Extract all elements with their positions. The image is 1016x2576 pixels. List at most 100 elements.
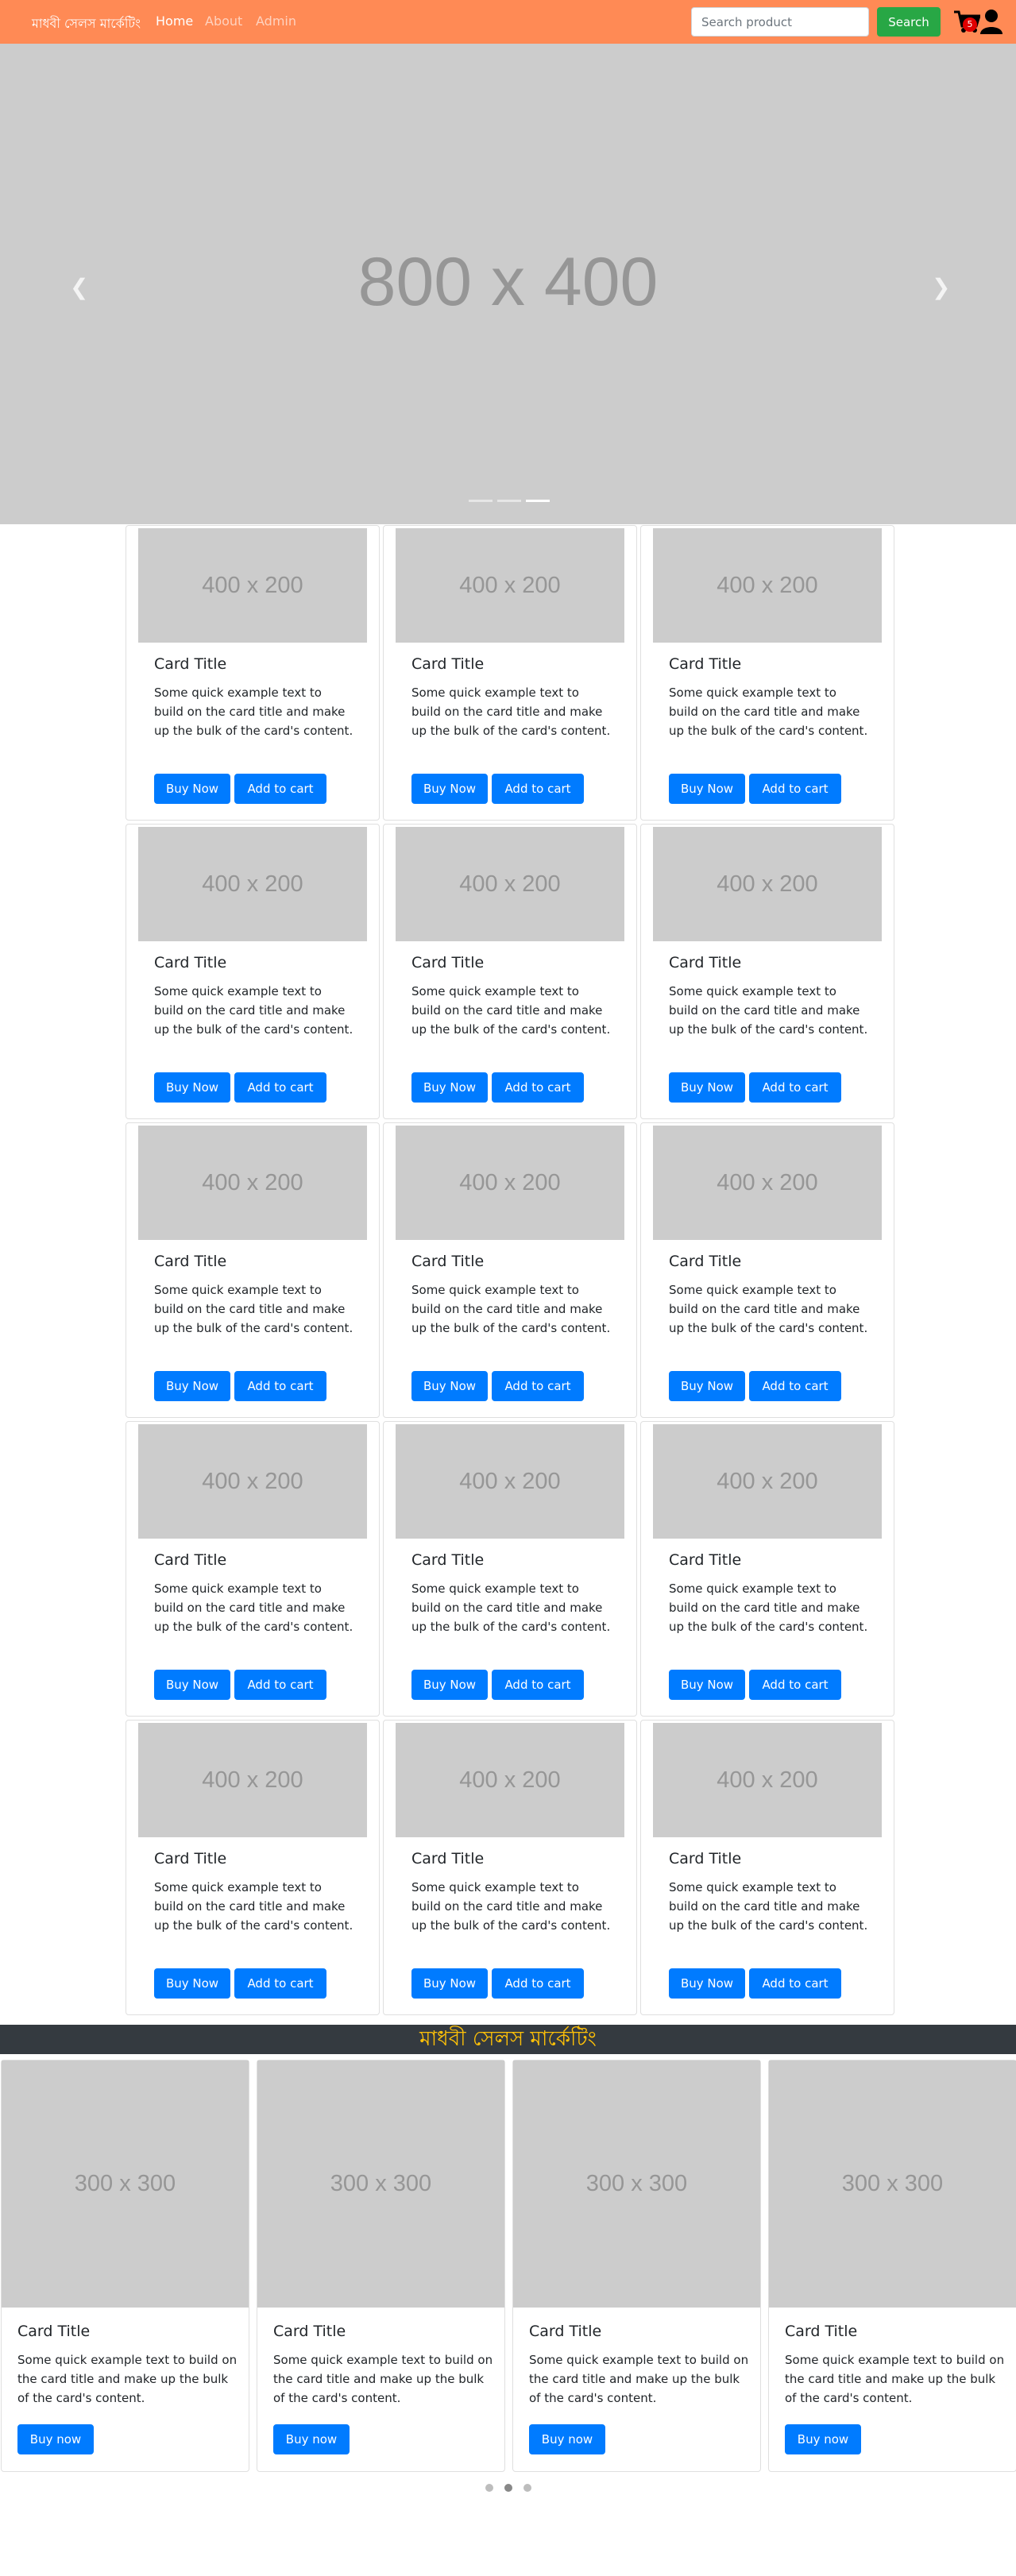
nav-about[interactable]: About	[205, 14, 242, 29]
search-button[interactable]: Search	[877, 7, 941, 37]
card-text: Some quick example text to build on the …	[669, 1880, 868, 1933]
card-title: Card Title	[669, 1253, 742, 1270]
buy-now-button[interactable]: Buy Now	[154, 1968, 230, 1999]
product-image: 400 x 200	[396, 1126, 624, 1240]
buy-now-button[interactable]: Buy Now	[411, 1072, 488, 1103]
card-title: Card Title	[154, 1253, 227, 1270]
buy-now-button[interactable]: Buy now	[529, 2424, 605, 2454]
add-to-cart-button[interactable]: Add to cart	[492, 1371, 584, 1401]
navbar: মাধবী সেলস মার্কেটিং Home About Admin Se…	[0, 0, 1016, 44]
product-image: 400 x 200	[138, 1723, 367, 1837]
card-title: Card Title	[154, 655, 227, 673]
chevron-right-icon[interactable]: ❯	[932, 274, 950, 300]
carousel-indicator[interactable]	[526, 500, 550, 502]
buy-now-button[interactable]: Buy Now	[411, 1670, 488, 1700]
buy-now-button[interactable]: Buy now	[785, 2424, 861, 2454]
add-to-cart-button[interactable]: Add to cart	[234, 774, 326, 804]
card-text: Some quick example text to build on the …	[154, 1582, 353, 1634]
card-title: Card Title	[669, 1850, 742, 1867]
card-title: Card Title	[154, 1850, 227, 1867]
buy-now-button[interactable]: Buy Now	[669, 1072, 745, 1103]
chevron-left-icon[interactable]: ❮	[70, 274, 88, 300]
add-to-cart-button[interactable]: Add to cart	[492, 1072, 584, 1103]
add-to-cart-button[interactable]: Add to cart	[749, 1968, 841, 1999]
cart-count-badge: 5	[963, 17, 977, 32]
card-text: Some quick example text to build on the …	[669, 984, 868, 1037]
product-card: 400 x 200 Card Title Some quick example te…	[640, 824, 894, 1119]
buy-now-button[interactable]: Buy Now	[669, 1968, 745, 1999]
nav-admin[interactable]: Admin	[256, 14, 296, 29]
add-to-cart-button[interactable]: Add to cart	[749, 1371, 841, 1401]
brand-banner: মাধবী সেলস মার্কেটিং	[0, 2025, 1016, 2054]
featured-card: 300 x 300 Card Title Some quick example te…	[512, 2060, 761, 2472]
product-card: 400 x 200 Card Title Some quick example te…	[383, 1720, 637, 2015]
add-to-cart-button[interactable]: Add to cart	[234, 1968, 326, 1999]
add-to-cart-button[interactable]: Add to cart	[492, 1670, 584, 1700]
product-image: 400 x 200	[653, 1723, 882, 1837]
nav-home[interactable]: Home	[156, 14, 193, 29]
search-input[interactable]	[691, 7, 869, 37]
card-title: Card Title	[669, 1551, 742, 1569]
carousel-indicator[interactable]	[497, 500, 521, 502]
featured-image: 300 x 300	[769, 2060, 1016, 2308]
buy-now-button[interactable]: Buy Now	[669, 774, 745, 804]
product-image: 400 x 200	[138, 827, 367, 941]
buy-now-button[interactable]: Buy Now	[154, 1670, 230, 1700]
add-to-cart-button[interactable]: Add to cart	[749, 1072, 841, 1103]
product-card: 400 x 200 Card Title Some quick example te…	[383, 1122, 637, 1418]
buy-now-button[interactable]: Buy Now	[411, 774, 488, 804]
product-card: 400 x 200 Card Title Some quick example te…	[126, 1720, 380, 2015]
card-text: Some quick example text to build on the …	[411, 686, 611, 738]
pagination-dot[interactable]	[504, 2484, 512, 2492]
buy-now-button[interactable]: Buy Now	[411, 1371, 488, 1401]
pagination-dot[interactable]	[523, 2484, 531, 2492]
pagination-dot[interactable]	[485, 2484, 493, 2492]
buy-now-button[interactable]: Buy now	[17, 2424, 94, 2454]
add-to-cart-button[interactable]: Add to cart	[492, 774, 584, 804]
buy-now-button[interactable]: Buy Now	[154, 774, 230, 804]
product-image: 400 x 200	[396, 1424, 624, 1539]
featured-card: 300 x 300 Card Title Some quick example te…	[1, 2060, 249, 2472]
buy-now-button[interactable]: Buy Now	[411, 1968, 488, 1999]
card-text: Some quick example text to build on the …	[411, 1582, 611, 1634]
product-image: 400 x 200	[653, 827, 882, 941]
card-title: Card Title	[273, 2323, 346, 2340]
buy-now-button[interactable]: Buy Now	[669, 1371, 745, 1401]
add-to-cart-button[interactable]: Add to cart	[749, 774, 841, 804]
card-title: Card Title	[154, 954, 227, 971]
buy-now-button[interactable]: Buy Now	[154, 1072, 230, 1103]
add-to-cart-button[interactable]: Add to cart	[234, 1371, 326, 1401]
card-text: Some quick example text to build on the …	[154, 686, 353, 738]
buy-now-button[interactable]: Buy Now	[669, 1670, 745, 1700]
hero-placeholder-image: 800 x 400	[357, 244, 659, 320]
add-to-cart-button[interactable]: Add to cart	[234, 1072, 326, 1103]
card-text: Some quick example text to build on the …	[411, 1283, 611, 1335]
product-card: 400 x 200 Card Title Some quick example te…	[126, 1122, 380, 1418]
hero-carousel: 800 x 400 ❮ ❯	[0, 44, 1016, 524]
card-text: Some quick example text to build on the …	[154, 984, 353, 1037]
buy-now-button[interactable]: Buy now	[273, 2424, 350, 2454]
card-title: Card Title	[411, 1253, 485, 1270]
carousel-indicator[interactable]	[469, 500, 493, 502]
card-text: Some quick example text to build on the …	[154, 1283, 353, 1335]
featured-image: 300 x 300	[513, 2060, 760, 2308]
featured-image: 300 x 300	[2, 2060, 249, 2308]
card-title: Card Title	[785, 2323, 858, 2340]
buy-now-button[interactable]: Buy Now	[154, 1371, 230, 1401]
product-card: 400 x 200 Card Title Some quick example te…	[640, 1421, 894, 1717]
card-title: Card Title	[411, 655, 485, 673]
user-icon[interactable]	[979, 9, 1003, 34]
card-text: Some quick example text to build on the …	[154, 1880, 353, 1933]
card-title: Card Title	[411, 1850, 485, 1867]
add-to-cart-button[interactable]: Add to cart	[234, 1670, 326, 1700]
product-card: 400 x 200 Card Title Some quick example te…	[126, 824, 380, 1119]
product-card: 400 x 200 Card Title Some quick example te…	[383, 824, 637, 1119]
brand-logo[interactable]: মাধবী সেলস মার্কেটিং	[32, 14, 141, 35]
card-title: Card Title	[669, 954, 742, 971]
card-title: Card Title	[411, 954, 485, 971]
card-title: Card Title	[529, 2323, 602, 2340]
add-to-cart-button[interactable]: Add to cart	[749, 1670, 841, 1700]
product-image: 400 x 200	[396, 1723, 624, 1837]
card-text: Some quick example text to build on the …	[529, 2353, 749, 2405]
add-to-cart-button[interactable]: Add to cart	[492, 1968, 584, 1999]
